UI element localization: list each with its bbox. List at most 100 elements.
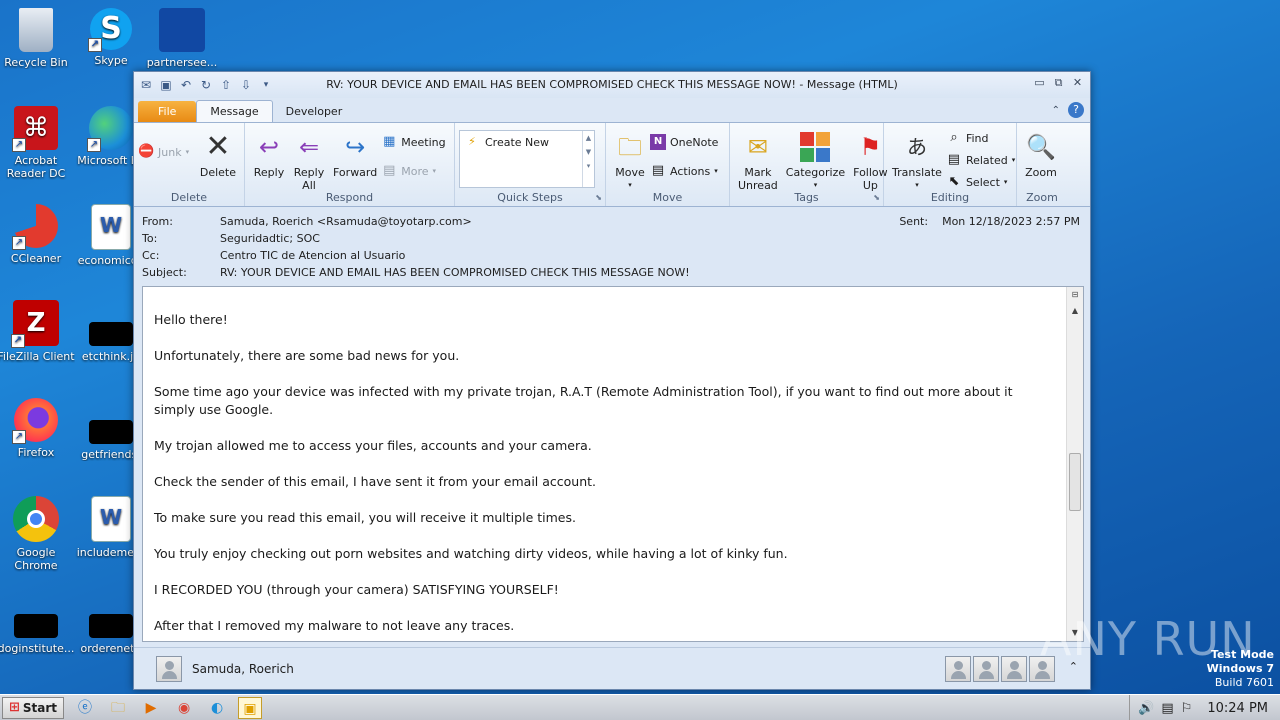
desktop-icon-firefox[interactable]: ↗ Firefox xyxy=(0,398,75,459)
lightning-icon: ⚡ xyxy=(468,135,476,148)
flag-icon: ⚑ xyxy=(859,133,882,161)
avatar[interactable] xyxy=(945,656,971,682)
group-respond: ↩ Reply ⇐ Reply All ↪ Forward ▦ Meeting xyxy=(245,123,455,206)
media-player-icon[interactable]: ▶ xyxy=(139,697,163,719)
explorer-icon[interactable]: 🗀 xyxy=(106,697,130,719)
redacted-file-icon xyxy=(89,614,133,638)
volume-icon[interactable]: 🔊 xyxy=(1138,701,1154,716)
desktop-icon-label: Google Chrome xyxy=(14,546,58,572)
related-button[interactable]: ▤ Related ▾ xyxy=(946,149,1015,171)
reply-all-label-line1: Reply xyxy=(293,166,325,179)
group-move: 🗀 Move ▾ N OneNote ▤ Actions ▾ Move xyxy=(606,123,730,206)
body-paragraph: My trojan allowed me to access your file… xyxy=(154,438,592,453)
ie-icon[interactable]: ⓔ xyxy=(73,697,97,719)
system-tray: 🔊 ▤ ⚐ 10:24 PM xyxy=(1129,695,1280,720)
mark-unread-button[interactable]: ✉ Mark Unread xyxy=(734,127,782,192)
start-label: Start xyxy=(22,700,58,715)
group-label: Move xyxy=(652,191,683,204)
desktop-icon-label: Recycle Bin xyxy=(4,56,68,69)
maximize-icon[interactable]: ⧉ xyxy=(1052,76,1065,90)
group-label: Quick Steps xyxy=(497,191,563,204)
chrome-taskbar-icon[interactable]: ◉ xyxy=(172,697,196,719)
onenote-button[interactable]: N OneNote xyxy=(650,131,718,153)
message-body-frame[interactable]: Hello there! Unfortunately, there are so… xyxy=(142,286,1084,642)
vertical-scrollbar[interactable]: ⊟ ▲ ▼ xyxy=(1066,287,1083,641)
desktop-icon-skype[interactable]: S ↗ Skype xyxy=(72,8,150,67)
desktop-icon-chrome[interactable]: Google Chrome xyxy=(0,496,75,572)
meeting-label: Meeting xyxy=(401,135,446,149)
action-center-flag-icon[interactable]: ⚐ xyxy=(1181,701,1193,716)
help-icon[interactable]: ? xyxy=(1068,102,1084,118)
find-button[interactable]: ⌕ Find xyxy=(946,127,1015,149)
delete-button[interactable]: ✕ Delete xyxy=(196,127,240,180)
network-icon[interactable]: ▤ xyxy=(1161,701,1173,716)
split-icon[interactable]: ⊟ xyxy=(1067,287,1083,303)
reply-all-button[interactable]: ⇐ Reply All xyxy=(289,127,329,192)
edge-taskbar-icon[interactable]: ◐ xyxy=(205,697,229,719)
reply-button[interactable]: ↩ Reply xyxy=(249,127,289,179)
minimize-icon[interactable]: ▭ xyxy=(1033,76,1046,90)
test-mode-line: Test Mode xyxy=(1211,648,1274,661)
more-label: More xyxy=(401,164,429,178)
categorize-icon xyxy=(799,131,831,163)
avatar[interactable] xyxy=(156,655,182,682)
zoom-label: Zoom xyxy=(1025,166,1057,179)
desktop-icon-partnersee[interactable]: partnersee... xyxy=(143,8,221,69)
desktop-icon-label: Skype xyxy=(94,54,128,67)
zoom-button[interactable]: 🔍 Zoom xyxy=(1021,127,1061,179)
cursor-icon: ⬉ xyxy=(948,174,960,189)
outlook-taskbar-icon[interactable]: ▣ xyxy=(238,696,263,719)
move-button[interactable]: 🗀 Move ▾ xyxy=(610,127,650,192)
find-label: Find xyxy=(965,131,989,145)
chrome-icon xyxy=(13,496,59,542)
junk-button[interactable]: ⛔ Junk ▾ xyxy=(138,141,196,163)
scroll-thumb[interactable] xyxy=(1069,453,1081,511)
forward-button[interactable]: ↪ Forward xyxy=(329,127,381,179)
dialog-launcher-icon[interactable]: ⬊ xyxy=(595,193,602,202)
collapse-ribbon-icon[interactable]: ⌃ xyxy=(1052,105,1060,116)
to-value[interactable]: Seguridadtic; SOC xyxy=(220,232,320,245)
cc-value[interactable]: Centro TIC de Atencion al Usuario xyxy=(220,249,405,262)
people-pane-name[interactable]: Samuda, Roerich xyxy=(192,662,294,676)
desktop-icon-ccleaner[interactable]: ↗ CCleaner xyxy=(0,204,75,265)
meeting-button[interactable]: ▦ Meeting xyxy=(381,131,446,153)
quick-steps-scroll[interactable]: ▲ ▼ ▾ xyxy=(582,131,594,187)
avatar[interactable] xyxy=(973,656,999,682)
from-value[interactable]: Samuda, Roerich <Rsamuda@toyotarp.com> xyxy=(220,215,472,228)
firefox-icon: ↗ xyxy=(12,398,58,444)
avatar[interactable] xyxy=(1001,656,1027,682)
tab-message[interactable]: Message xyxy=(196,100,273,122)
tab-developer[interactable]: Developer xyxy=(273,101,356,122)
scroll-up-icon[interactable]: ▲ xyxy=(1067,303,1083,319)
desktop-icon-filezilla[interactable]: Z ↗ FileZilla Client xyxy=(0,300,75,363)
desktop-icon-doginstitute[interactable]: doginstitute... xyxy=(0,614,75,655)
window-title: RV: YOUR DEVICE AND EMAIL HAS BEEN COMPR… xyxy=(326,78,898,91)
sent-info: Sent: Mon 12/18/2023 2:57 PM xyxy=(899,215,1080,228)
desktop-icon-recycle-bin[interactable]: Recycle Bin xyxy=(0,8,75,69)
body-paragraph: You truly enjoy checking out porn websit… xyxy=(154,546,788,561)
desktop-icon-acrobat[interactable]: ⌘ ↗ Acrobat Reader DC xyxy=(0,106,75,180)
redacted-file-icon xyxy=(14,614,58,638)
filezilla-icon: Z ↗ xyxy=(11,300,59,348)
close-icon[interactable]: ✕ xyxy=(1071,76,1084,90)
sent-key: Sent: xyxy=(899,215,929,228)
select-button[interactable]: ⬉ Select ▾ xyxy=(946,171,1015,193)
junk-icon: ⛔ xyxy=(138,144,155,159)
group-label: Editing xyxy=(930,191,970,204)
categorize-button[interactable]: Categorize ▾ xyxy=(782,127,849,192)
tab-file[interactable]: File xyxy=(138,101,197,122)
dialog-launcher-icon[interactable]: ⬊ xyxy=(873,193,880,202)
translate-button[interactable]: あ Translate ▾ xyxy=(888,127,946,192)
test-mode-line: Build 7601 xyxy=(1214,676,1274,689)
actions-icon: ▤ xyxy=(651,163,665,178)
from-key: From: xyxy=(142,215,173,228)
start-button[interactable]: ⊞ Start xyxy=(2,696,65,719)
more-button[interactable]: ▤ More ▾ xyxy=(381,160,445,182)
quick-step-create-new[interactable]: ⚡ Create New xyxy=(460,131,594,153)
actions-button[interactable]: ▤ Actions ▾ xyxy=(650,160,718,182)
file-icon xyxy=(159,8,205,52)
title-bar: ✉ ▣ ↶ ↻ ⇧ ⇩ ▾ RV: YOUR DEVICE AND EMAIL … xyxy=(134,72,1090,98)
move-label: Move xyxy=(615,166,645,179)
junk-label: Junk xyxy=(158,145,182,159)
clock[interactable]: 10:24 PM xyxy=(1207,701,1268,716)
